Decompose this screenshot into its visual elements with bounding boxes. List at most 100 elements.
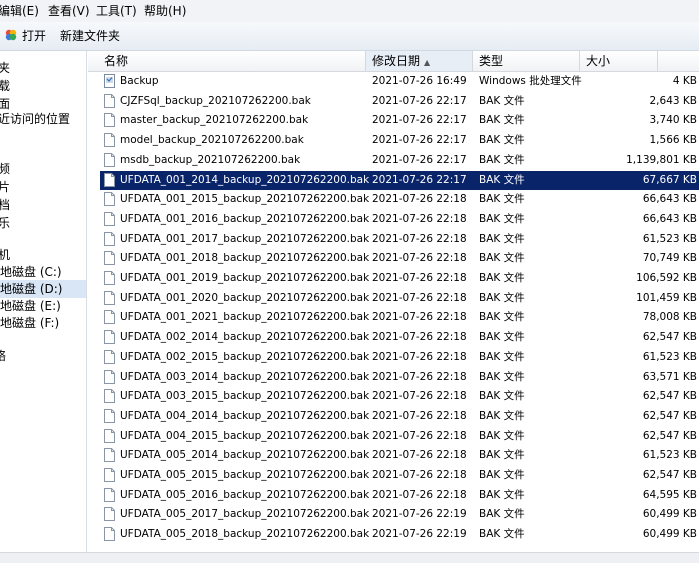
file-row[interactable]: Backup 2021-07-26 16:49 Windows 批处理文件 4 KB — [100, 72, 699, 91]
open-button[interactable]: 打开 — [4, 26, 46, 46]
nav-item-pictures[interactable]: 片 — [0, 178, 84, 196]
file-row[interactable]: msdb_backup_202107262200.bak 2021-07-26 2… — [100, 151, 699, 170]
file-type: BAK 文件 — [479, 193, 525, 206]
file-date: 2021-07-26 22:18 — [372, 252, 467, 265]
file-type: BAK 文件 — [479, 409, 525, 422]
column-header-name-label: 名称 — [104, 54, 129, 68]
file-icon — [104, 527, 115, 542]
new-folder-button[interactable]: 新建文件夹 — [60, 26, 120, 46]
column-header-type[interactable]: 类型 — [473, 51, 580, 71]
file-row[interactable]: UFDATA_001_2015_backup_202107262200.bak 2… — [100, 190, 699, 209]
file-size: 62,547 KB — [642, 331, 697, 344]
file-row[interactable]: UFDATA_002_2015_backup_202107262200.bak 2… — [100, 348, 699, 367]
file-type: BAK 文件 — [479, 291, 525, 304]
file-row[interactable]: UFDATA_005_2017_backup_202107262200.bak 2… — [100, 505, 699, 524]
nav-item-downloads[interactable]: 载 — [0, 77, 84, 95]
column-header-row: 名称 修改日期 ▲ 类型 大小 — [88, 51, 699, 72]
file-size: 61,523 KB — [642, 350, 697, 363]
file-size: 2,643 KB — [649, 94, 698, 107]
file-date: 2021-07-26 22:18 — [372, 212, 467, 225]
file-date: 2021-07-26 22:18 — [372, 370, 467, 383]
file-icon — [104, 468, 115, 482]
menu-tools[interactable]: 工具(T) — [96, 3, 137, 19]
file-name: UFDATA_001_2014_backup_202107262200.bak — [120, 173, 370, 186]
file-row[interactable]: UFDATA_001_2020_backup_202107262200.bak 2… — [100, 289, 699, 308]
file-size: 62,547 KB — [642, 409, 697, 422]
file-date: 2021-07-26 22:18 — [372, 193, 467, 206]
file-name: UFDATA_001_2018_backup_202107262200.bak — [120, 252, 370, 265]
file-row[interactable]: UFDATA_001_2014_backup_202107262200.bak 2… — [100, 170, 699, 190]
menu-help[interactable]: 帮助(H) — [144, 3, 186, 19]
file-name: UFDATA_002_2014_backup_202107262200.bak — [120, 331, 370, 344]
file-type: BAK 文件 — [479, 232, 525, 245]
file-date: 2021-07-26 22:18 — [372, 488, 467, 501]
file-row[interactable]: UFDATA_005_2016_backup_202107262200.bak 2… — [100, 486, 699, 505]
file-name: UFDATA_002_2015_backup_202107262200.bak — [120, 350, 370, 363]
file-name: UFDATA_005_2015_backup_202107262200.bak — [120, 469, 370, 481]
file-type: BAK 文件 — [479, 331, 525, 344]
file-row[interactable]: UFDATA_001_2017_backup_202107262200.bak 2… — [100, 230, 699, 249]
file-icon — [104, 152, 115, 167]
file-name: UFDATA_004_2014_backup_202107262200.bak — [120, 409, 370, 422]
file-type: BAK 文件 — [479, 134, 525, 147]
nav-item-recent-places[interactable]: 近访问的位置 — [0, 110, 84, 128]
file-row[interactable]: UFDATA_004_2015_backup_202107262200.bak 2… — [100, 427, 699, 446]
file-type: BAK 文件 — [479, 114, 525, 127]
file-size: 63,571 KB — [642, 370, 697, 383]
nav-item-documents[interactable]: 档 — [0, 196, 84, 214]
toolbar: 打开 新建文件夹 — [0, 22, 699, 51]
file-name: UFDATA_005_2018_backup_202107262200.bak — [120, 528, 370, 541]
column-header-date[interactable]: 修改日期 ▲ — [366, 51, 473, 71]
file-row[interactable]: UFDATA_004_2014_backup_202107262200.bak 2… — [100, 407, 699, 426]
file-row[interactable]: UFDATA_005_2018_backup_202107262200.bak 2… — [100, 525, 699, 544]
file-type: BAK 文件 — [479, 272, 525, 284]
file-row[interactable]: UFDATA_001_2018_backup_202107262200.bak 2… — [100, 249, 699, 268]
menu-view[interactable]: 查看(V) — [48, 3, 90, 19]
nav-item-drive-d[interactable]: 地磁盘 (D:) — [0, 280, 86, 298]
file-name: UFDATA_003_2014_backup_202107262200.bak — [120, 370, 370, 383]
file-row[interactable]: UFDATA_001_2016_backup_202107262200.bak 2… — [100, 210, 699, 229]
menu-edit[interactable]: 编辑(E) — [0, 3, 39, 19]
file-date: 2021-07-26 22:18 — [372, 429, 467, 442]
file-size: 64,595 KB — [642, 488, 697, 501]
file-date: 2021-07-26 22:17 — [372, 134, 467, 147]
nav-item-drive-e[interactable]: 地磁盘 (E:) — [0, 297, 86, 315]
file-row[interactable]: master_backup_202107262200.bak 2021-07-26… — [100, 111, 699, 130]
file-size: 70,749 KB — [642, 252, 697, 265]
file-date: 2021-07-26 22:17 — [372, 114, 467, 127]
nav-item-favorites[interactable]: 夹 — [0, 59, 84, 77]
file-row[interactable]: UFDATA_001_2021_backup_202107262200.bak 2… — [100, 308, 699, 327]
column-header-date-label: 修改日期 — [372, 54, 421, 68]
file-row[interactable]: model_backup_202107262200.bak 2021-07-26 … — [100, 131, 699, 150]
file-date: 2021-07-26 22:18 — [372, 469, 467, 481]
file-size: 106,592 KB — [636, 272, 697, 284]
file-row[interactable]: UFDATA_002_2014_backup_202107262200.bak 2… — [100, 328, 699, 347]
nav-item-drive-c[interactable]: 地磁盘 (C:) — [0, 263, 86, 281]
file-type: BAK 文件 — [479, 469, 525, 481]
file-size: 67,667 KB — [642, 173, 697, 186]
sort-ascending-icon: ▲ — [424, 58, 431, 67]
file-row[interactable]: UFDATA_001_2019_backup_202107262200.bak 2… — [100, 269, 699, 288]
file-row[interactable]: CJZFSql_backup_202107262200.bak 2021-07-2… — [100, 92, 699, 111]
file-date: 2021-07-26 22:18 — [372, 311, 467, 324]
nav-item-videos[interactable]: 频 — [0, 160, 84, 178]
file-row[interactable]: UFDATA_003_2014_backup_202107262200.bak 2… — [100, 368, 699, 387]
file-row[interactable]: UFDATA_005_2015_backup_202107262200.bak 2… — [100, 466, 699, 485]
file-date: 2021-07-26 22:18 — [372, 272, 467, 284]
nav-item-network[interactable]: 络 — [0, 347, 80, 365]
file-size: 1,566 KB — [649, 134, 698, 147]
column-header-size[interactable]: 大小 — [580, 51, 658, 71]
nav-item-drive-f[interactable]: 地磁盘 (F:) — [0, 314, 86, 332]
file-row[interactable]: UFDATA_005_2014_backup_202107262200.bak 2… — [100, 446, 699, 465]
column-header-name[interactable]: 名称 — [88, 51, 366, 71]
nav-item-computer[interactable]: 机 — [0, 246, 84, 264]
file-name: UFDATA_001_2019_backup_202107262200.bak — [120, 272, 370, 284]
file-icon — [104, 369, 115, 384]
nav-item-music[interactable]: 乐 — [0, 214, 84, 232]
bottom-edge — [0, 552, 699, 563]
file-type: BAK 文件 — [479, 252, 525, 265]
file-row[interactable]: UFDATA_003_2015_backup_202107262200.bak 2… — [100, 387, 699, 406]
menu-bar: 编辑(E) 查看(V) 工具(T) 帮助(H) — [0, 0, 699, 22]
file-name: UFDATA_005_2016_backup_202107262200.bak — [120, 488, 370, 501]
file-type: BAK 文件 — [479, 173, 525, 186]
